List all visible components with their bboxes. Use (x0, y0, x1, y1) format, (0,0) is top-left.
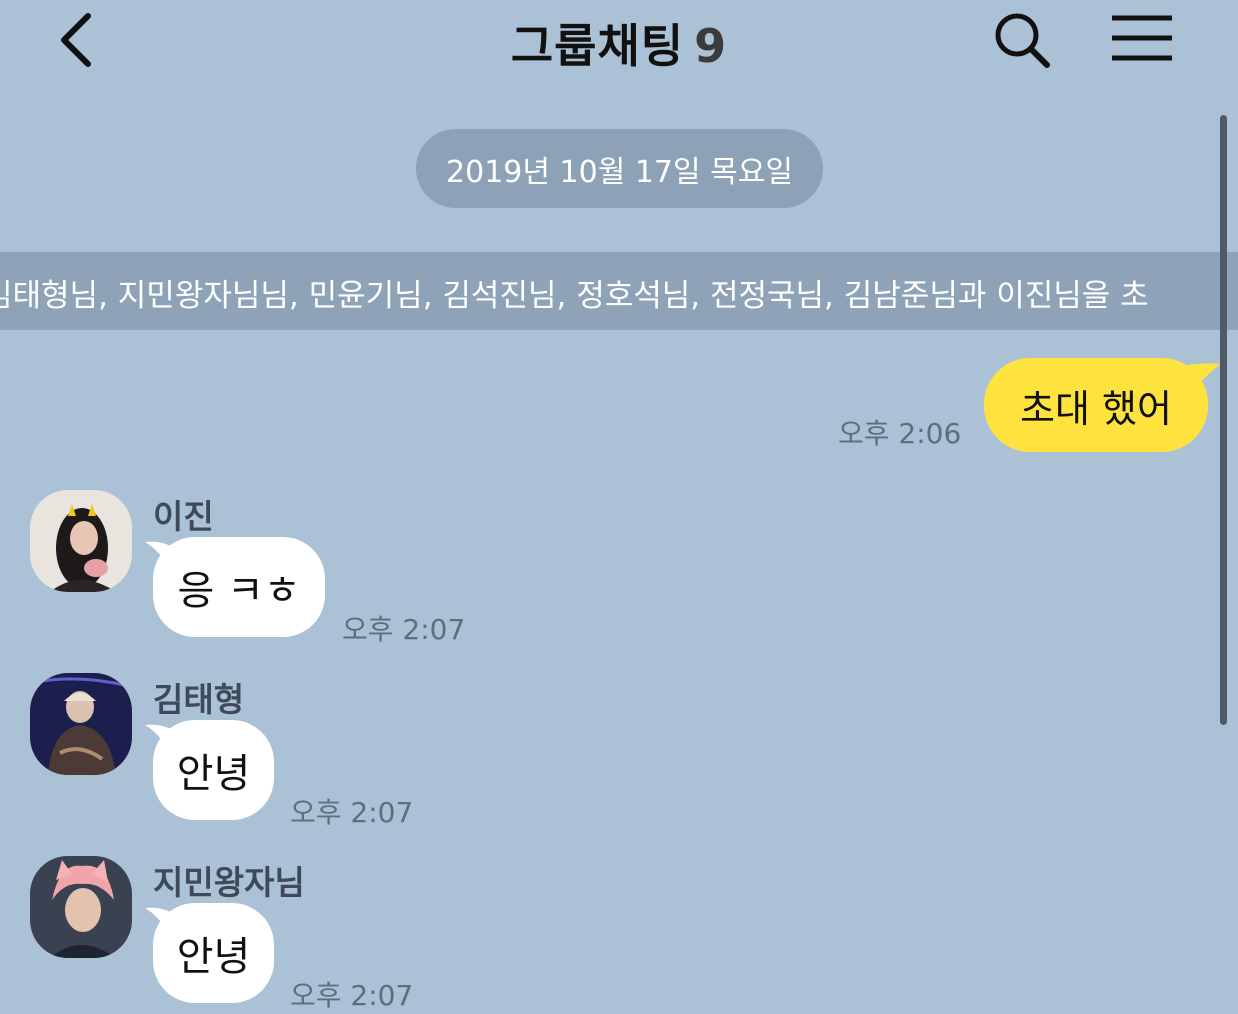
sender-name: 지민왕자님 (153, 863, 305, 902)
message-bubble[interactable]: 응 ㅋㅎ (153, 537, 325, 637)
menu-button[interactable] (1108, 12, 1178, 68)
message-time: 오후 2:07 (342, 613, 466, 646)
message-time: 오후 2:07 (290, 979, 414, 1012)
hamburger-menu-icon (1112, 15, 1172, 61)
sender-name: 김태형 (153, 680, 245, 719)
avatar[interactable] (30, 673, 132, 775)
scrollbar[interactable] (1220, 115, 1227, 725)
message-time: 오후 2:07 (290, 796, 414, 829)
search-icon (995, 13, 1050, 68)
message-bubble[interactable]: 안녕 (153, 720, 274, 820)
profile-photo (30, 490, 132, 592)
chat-title-text: 그룹채팅 (510, 19, 685, 73)
message-time: 오후 2:06 (838, 417, 962, 450)
avatar[interactable] (30, 856, 132, 958)
message-bubble[interactable]: 안녕 (153, 903, 274, 1003)
sender-name: 이진 (153, 497, 214, 536)
chat-header: 그룹채팅 9 (0, 0, 1238, 90)
date-divider: 2019년 10월 17일 목요일 (416, 129, 823, 208)
avatar[interactable] (30, 490, 132, 592)
search-button[interactable] (990, 8, 1054, 72)
invite-notice-bar: 김태형님, 지민왕자님님, 민윤기님, 김석진님, 정호석님, 전정국님, 김남… (0, 252, 1238, 330)
my-message-bubble[interactable]: 초대 했어 (984, 358, 1208, 452)
invite-notice-text: 김태형님, 지민왕자님님, 민윤기님, 김석진님, 정호석님, 전정국님, 김남… (0, 278, 1149, 314)
profile-photo (30, 673, 132, 775)
member-count: 9 (694, 19, 728, 73)
profile-photo (30, 856, 132, 958)
